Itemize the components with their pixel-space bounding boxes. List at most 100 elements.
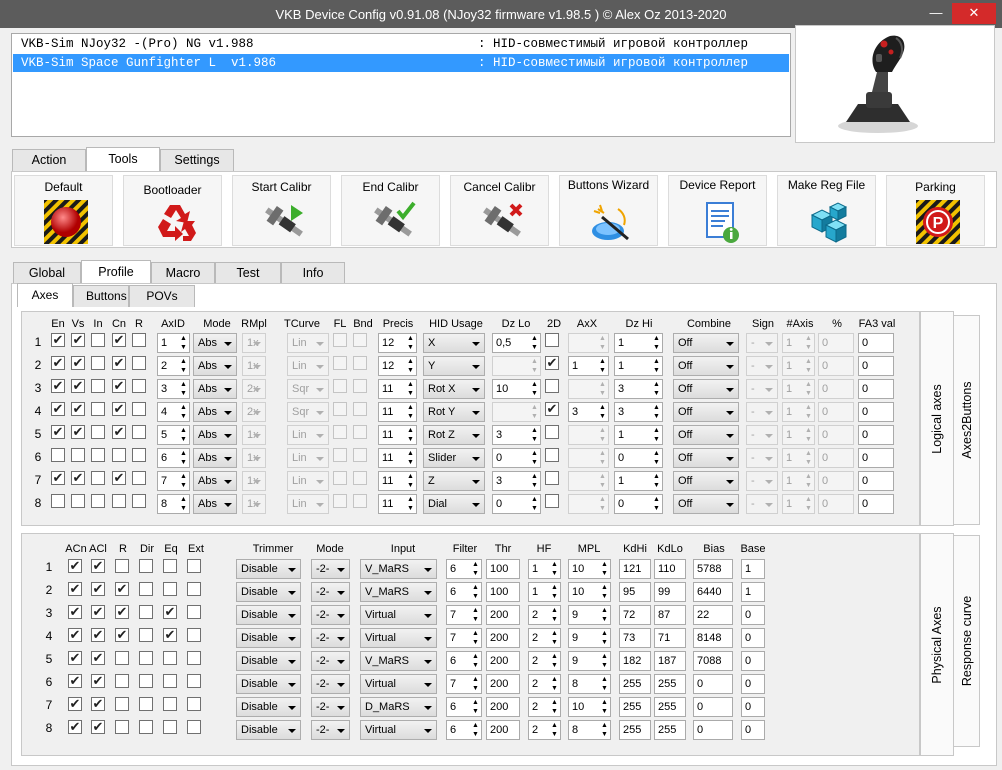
dzhi-spinner[interactable]: 1 ▲ ▼ bbox=[614, 356, 663, 376]
hid-usage-select[interactable]: Slider bbox=[423, 448, 485, 468]
kdlo-field[interactable]: 187 bbox=[654, 651, 686, 671]
spin-arrows-icon[interactable]: ▲ ▼ bbox=[651, 426, 662, 444]
dzhi-spinner[interactable]: 0 ▲ ▼ bbox=[614, 494, 663, 514]
input-select[interactable]: V_MaRS bbox=[360, 651, 437, 671]
in-checkbox[interactable] bbox=[91, 333, 105, 347]
base-field[interactable]: 1 bbox=[741, 559, 765, 579]
spin-arrows-icon[interactable]: ▲ ▼ bbox=[651, 380, 662, 398]
r-checkbox[interactable] bbox=[115, 651, 129, 665]
mpl-spinner[interactable]: 8 ▲ ▼ bbox=[568, 674, 611, 694]
precis-spinner[interactable]: 11 ▲ ▼ bbox=[378, 402, 417, 422]
acl-checkbox[interactable]: ✔ bbox=[91, 674, 105, 688]
spin-arrows-icon[interactable]: ▲ ▼ bbox=[803, 334, 814, 352]
spin-arrows-icon[interactable]: ▲ ▼ bbox=[470, 698, 481, 716]
combine-select[interactable]: Off bbox=[673, 379, 739, 399]
device-report-button[interactable]: Device Report bbox=[668, 175, 767, 246]
fl-checkbox[interactable] bbox=[333, 471, 347, 485]
spin-arrows-icon[interactable]: ▲ ▼ bbox=[549, 583, 560, 601]
kdhi-field[interactable]: 95 bbox=[619, 582, 651, 602]
mpl-spinner[interactable]: 9 ▲ ▼ bbox=[568, 628, 611, 648]
make-reg-file-button[interactable]: Make Reg File bbox=[777, 175, 876, 246]
r-checkbox[interactable] bbox=[115, 674, 129, 688]
kdlo-field[interactable]: 87 bbox=[654, 605, 686, 625]
hf-spinner[interactable]: 2 ▲ ▼ bbox=[528, 697, 561, 717]
mode-select[interactable]: Abs bbox=[193, 402, 237, 422]
spin-arrows-icon[interactable]: ▲ ▼ bbox=[529, 403, 540, 421]
en-checkbox[interactable] bbox=[51, 494, 65, 508]
fa3-field[interactable]: 0 bbox=[858, 425, 894, 445]
input-select[interactable]: V_MaRS bbox=[360, 559, 437, 579]
spin-arrows-icon[interactable]: ▲ ▼ bbox=[597, 380, 608, 398]
bias-field[interactable]: 5788 bbox=[693, 559, 733, 579]
acl-checkbox[interactable]: ✔ bbox=[91, 582, 105, 596]
kdhi-field[interactable]: 72 bbox=[619, 605, 651, 625]
kdhi-field[interactable]: 255 bbox=[619, 697, 651, 717]
cn-checkbox[interactable] bbox=[112, 448, 126, 462]
rmpl-select[interactable]: 2x bbox=[242, 402, 266, 422]
naxis-spinner[interactable]: 1 ▲ ▼ bbox=[782, 402, 815, 422]
hf-spinner[interactable]: 1 ▲ ▼ bbox=[528, 582, 561, 602]
spin-arrows-icon[interactable]: ▲ ▼ bbox=[803, 357, 814, 375]
spin-arrows-icon[interactable]: ▲ ▼ bbox=[470, 721, 481, 739]
mpl-spinner[interactable]: 10 ▲ ▼ bbox=[568, 559, 611, 579]
trimmer-select[interactable]: Disable bbox=[236, 605, 301, 625]
base-field[interactable]: 0 bbox=[741, 605, 765, 625]
spin-arrows-icon[interactable]: ▲ ▼ bbox=[529, 380, 540, 398]
spin-arrows-icon[interactable]: ▲ ▼ bbox=[803, 403, 814, 421]
acl-checkbox[interactable]: ✔ bbox=[91, 605, 105, 619]
spin-arrows-icon[interactable]: ▲ ▼ bbox=[178, 380, 189, 398]
dzhi-spinner[interactable]: 1 ▲ ▼ bbox=[614, 333, 663, 353]
tab-buttons[interactable]: Buttons bbox=[73, 285, 129, 307]
in-checkbox[interactable] bbox=[91, 425, 105, 439]
thr-field[interactable]: 100 bbox=[486, 582, 520, 602]
r-checkbox[interactable] bbox=[115, 697, 129, 711]
r-checkbox[interactable] bbox=[132, 471, 146, 485]
fa3-field[interactable]: 0 bbox=[858, 333, 894, 353]
precis-spinner[interactable]: 12 ▲ ▼ bbox=[378, 333, 417, 353]
spin-arrows-icon[interactable]: ▲ ▼ bbox=[529, 472, 540, 490]
naxis-spinner[interactable]: 1 ▲ ▼ bbox=[782, 356, 815, 376]
mode-select[interactable]: Abs bbox=[193, 471, 237, 491]
tcurve-select[interactable]: Lin bbox=[287, 425, 329, 445]
dzhi-spinner[interactable]: 0 ▲ ▼ bbox=[614, 448, 663, 468]
mode-select[interactable]: Abs bbox=[193, 333, 237, 353]
axid-spinner[interactable]: 8 ▲ ▼ bbox=[157, 494, 190, 514]
trimmer-select[interactable]: Disable bbox=[236, 720, 301, 740]
axx-spinner[interactable]: 1 ▲ ▼ bbox=[568, 356, 609, 376]
start-calibr-button[interactable]: Start Calibr bbox=[232, 175, 331, 246]
spin-arrows-icon[interactable]: ▲ ▼ bbox=[597, 472, 608, 490]
trimmer-select[interactable]: Disable bbox=[236, 559, 301, 579]
r-checkbox[interactable] bbox=[132, 448, 146, 462]
dir-checkbox[interactable] bbox=[139, 605, 153, 619]
bnd-checkbox[interactable] bbox=[353, 402, 367, 416]
spin-arrows-icon[interactable]: ▲ ▼ bbox=[405, 380, 416, 398]
spin-arrows-icon[interactable]: ▲ ▼ bbox=[178, 449, 189, 467]
rmpl-select[interactable]: 1x bbox=[242, 356, 266, 376]
spin-arrows-icon[interactable]: ▲ ▼ bbox=[470, 560, 481, 578]
hid-usage-select[interactable]: Dial bbox=[423, 494, 485, 514]
axx-spinner[interactable]: ▲ ▼ bbox=[568, 448, 609, 468]
hf-spinner[interactable]: 2 ▲ ▼ bbox=[528, 720, 561, 740]
vs-checkbox[interactable]: ✔ bbox=[71, 402, 85, 416]
thr-field[interactable]: 200 bbox=[486, 628, 520, 648]
acl-checkbox[interactable]: ✔ bbox=[91, 628, 105, 642]
fa3-field[interactable]: 0 bbox=[858, 448, 894, 468]
naxis-spinner[interactable]: 1 ▲ ▼ bbox=[782, 448, 815, 468]
cn-checkbox[interactable]: ✔ bbox=[112, 379, 126, 393]
spin-arrows-icon[interactable]: ▲ ▼ bbox=[597, 426, 608, 444]
cancel-calibr-button[interactable]: Cancel Calibr bbox=[450, 175, 549, 246]
d2-checkbox[interactable] bbox=[545, 494, 559, 508]
spin-arrows-icon[interactable]: ▲ ▼ bbox=[549, 721, 560, 739]
mode-select[interactable]: -2- bbox=[311, 651, 350, 671]
base-field[interactable]: 0 bbox=[741, 651, 765, 671]
trimmer-select[interactable]: Disable bbox=[236, 628, 301, 648]
cn-checkbox[interactable]: ✔ bbox=[112, 425, 126, 439]
spin-arrows-icon[interactable]: ▲ ▼ bbox=[597, 495, 608, 513]
bias-field[interactable]: 22 bbox=[693, 605, 733, 625]
vs-checkbox[interactable] bbox=[71, 448, 85, 462]
spin-arrows-icon[interactable]: ▲ ▼ bbox=[651, 449, 662, 467]
filter-spinner[interactable]: 6 ▲ ▼ bbox=[446, 720, 482, 740]
combine-select[interactable]: Off bbox=[673, 494, 739, 514]
acn-checkbox[interactable]: ✔ bbox=[68, 674, 82, 688]
in-checkbox[interactable] bbox=[91, 471, 105, 485]
